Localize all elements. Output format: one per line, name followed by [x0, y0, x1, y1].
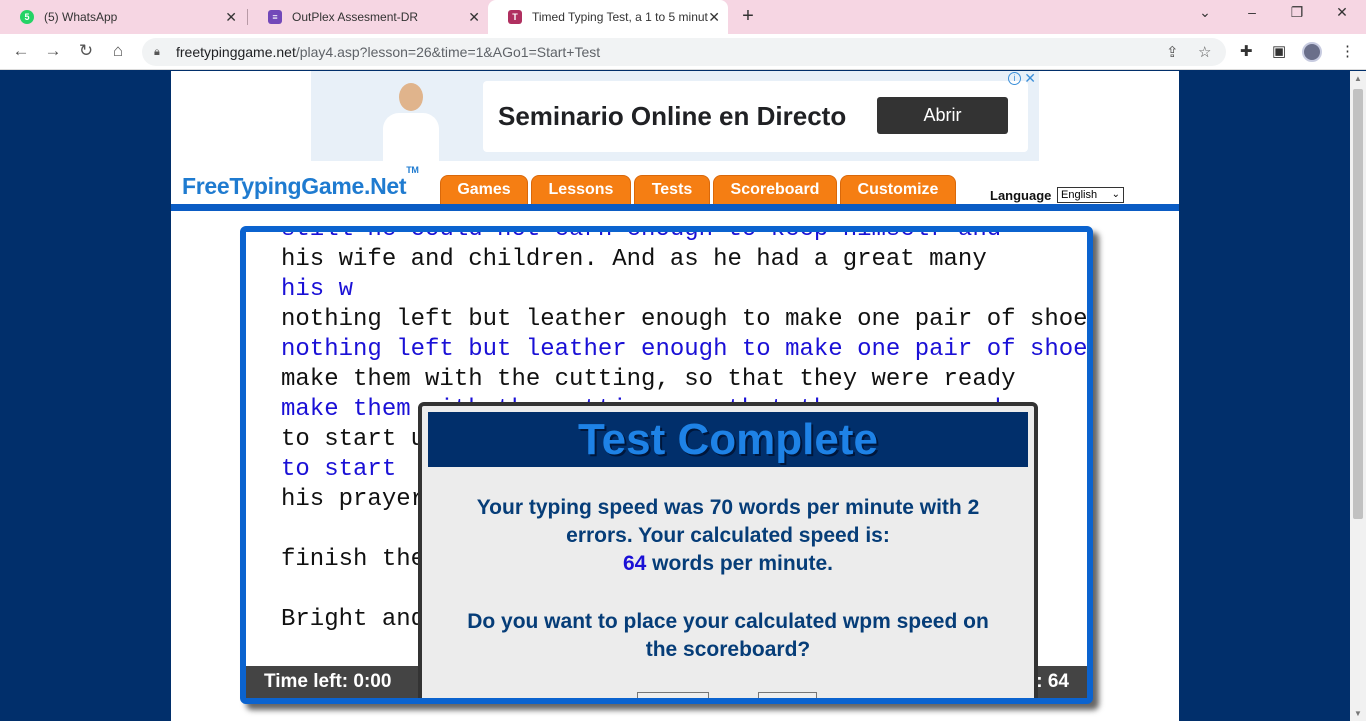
time-left: Time left: 0:00 — [264, 671, 392, 692]
tab-whatsapp[interactable]: 5 (5) WhatsApp ✕ — [0, 0, 245, 34]
ad-headline: Seminario Online en Directo — [498, 101, 847, 131]
scroll-up-icon[interactable]: ▲ — [1350, 74, 1366, 83]
text-line: still he could not earn enough to keep h… — [281, 226, 1002, 243]
bookmark-star-icon[interactable]: ☆ — [1198, 43, 1211, 61]
home-button[interactable]: ⌂ — [107, 41, 129, 61]
text-line: to start — [281, 456, 397, 483]
text-line: his wife and children. And as he had a g… — [281, 246, 987, 273]
tab-title: Timed Typing Test, a 1 to 5 minut — [532, 10, 708, 24]
nav-games[interactable]: Games — [440, 175, 528, 204]
forward-button[interactable]: → — [42, 41, 64, 61]
url-text[interactable]: freetypinggame.net/play4.asp?lesson=26&t… — [176, 44, 600, 60]
scoreboard-question: Do you want to place your calculated wpm… — [422, 608, 1034, 664]
nav-customize[interactable]: Customize — [840, 175, 956, 204]
no-button[interactable]: No — [758, 692, 817, 698]
question-line: Do you want to place your calculated wpm… — [467, 610, 989, 633]
tab-strip: 5 (5) WhatsApp ✕ ≡ OutPlex Assesment-DR … — [0, 0, 1366, 34]
header-divider — [171, 204, 1179, 211]
ad-info-icon[interactable]: i — [1008, 72, 1021, 85]
result-line: Your typing speed was 70 words per minut… — [476, 496, 980, 519]
address-bar[interactable]: 🔒︎ freetypinggame.net/play4.asp?lesson=2… — [142, 38, 1226, 66]
tab-title: (5) WhatsApp — [44, 10, 118, 24]
result-message: Your typing speed was 70 words per minut… — [422, 494, 1034, 578]
nav-tests[interactable]: Tests — [634, 175, 710, 204]
doctor-image — [371, 75, 451, 161]
close-icon[interactable]: ✕ — [225, 9, 237, 26]
question-line: the scoreboard? — [645, 638, 811, 661]
result-line: errors. Your calculated speed is: — [566, 524, 890, 547]
restore-button[interactable]: ❐ — [1287, 4, 1307, 21]
window-close-button[interactable]: ✕ — [1332, 4, 1352, 21]
page-content: Seminario Online en Directo Abrir i ✕ Fr… — [171, 71, 1179, 721]
text-line: nothing left but leather enough to make … — [281, 306, 1088, 333]
page-scrollbar[interactable]: ▲ ▼ — [1350, 71, 1366, 721]
scroll-thumb[interactable] — [1353, 89, 1363, 519]
reload-button[interactable]: ↻ — [75, 41, 97, 61]
test-complete-dialog: Test Complete Your typing speed was 70 w… — [418, 402, 1038, 698]
typing-icon: T — [508, 10, 522, 24]
ad-open-button[interactable]: Abrir — [877, 97, 1008, 134]
side-panel-icon[interactable]: ▣ — [1272, 42, 1286, 60]
form-icon: ≡ — [268, 10, 282, 24]
share-icon[interactable]: ⇪ — [1166, 43, 1179, 61]
back-button[interactable]: ← — [10, 41, 32, 61]
browser-toolbar: ← → ↻ ⌂ 🔒︎ freetypinggame.net/play4.asp?… — [0, 34, 1366, 70]
ad-banner[interactable]: Seminario Online en Directo Abrir i ✕ — [311, 71, 1039, 161]
minimize-button[interactable]: – — [1242, 4, 1262, 20]
tab-outplex[interactable]: ≡ OutPlex Assesment-DR ✕ — [248, 0, 488, 34]
new-tab-button[interactable]: + — [737, 5, 759, 28]
dialog-title: Test Complete — [578, 414, 878, 464]
chevron-down-icon[interactable]: ⌄ — [1195, 4, 1215, 21]
site-logo[interactable]: FreeTypingGame.NetTM — [182, 165, 419, 200]
calculated-speed: 64 — [622, 552, 647, 575]
nav-scoreboard[interactable]: Scoreboard — [713, 175, 837, 204]
yes-button[interactable]: Yes — [637, 692, 709, 698]
text-line: his w — [281, 276, 354, 303]
chevron-down-icon: ⌄ — [1111, 189, 1120, 200]
language-label: Language — [990, 188, 1052, 203]
extensions-icon[interactable]: ✚ — [1240, 42, 1253, 60]
dialog-header: Test Complete — [428, 412, 1028, 467]
close-icon[interactable]: ✕ — [468, 9, 480, 26]
ad-card[interactable]: Seminario Online en Directo Abrir — [483, 81, 1028, 152]
avatar[interactable] — [1302, 42, 1322, 62]
tab-typing-test[interactable]: T Timed Typing Test, a 1 to 5 minut ✕ — [488, 0, 728, 34]
text-line: nothing left but leather enough to make … — [281, 336, 1088, 363]
text-line: make them with the cutting, so that they… — [281, 366, 1016, 393]
menu-kebab-icon[interactable]: ⋮ — [1340, 42, 1355, 60]
nav-lessons[interactable]: Lessons — [531, 175, 631, 204]
close-icon[interactable]: ✕ — [708, 9, 720, 26]
scroll-down-icon[interactable]: ▼ — [1350, 709, 1366, 718]
lock-icon[interactable]: 🔒︎ — [154, 46, 168, 59]
result-line: 64 words per minute. — [622, 552, 834, 575]
tab-title: OutPlex Assesment-DR — [292, 10, 419, 24]
ad-close-icon[interactable]: ✕ — [1024, 71, 1036, 87]
typing-test-box: still he could not earn enough to keep h… — [240, 226, 1093, 704]
whatsapp-icon: 5 — [20, 10, 34, 24]
language-select[interactable]: English ⌄ — [1057, 187, 1124, 203]
